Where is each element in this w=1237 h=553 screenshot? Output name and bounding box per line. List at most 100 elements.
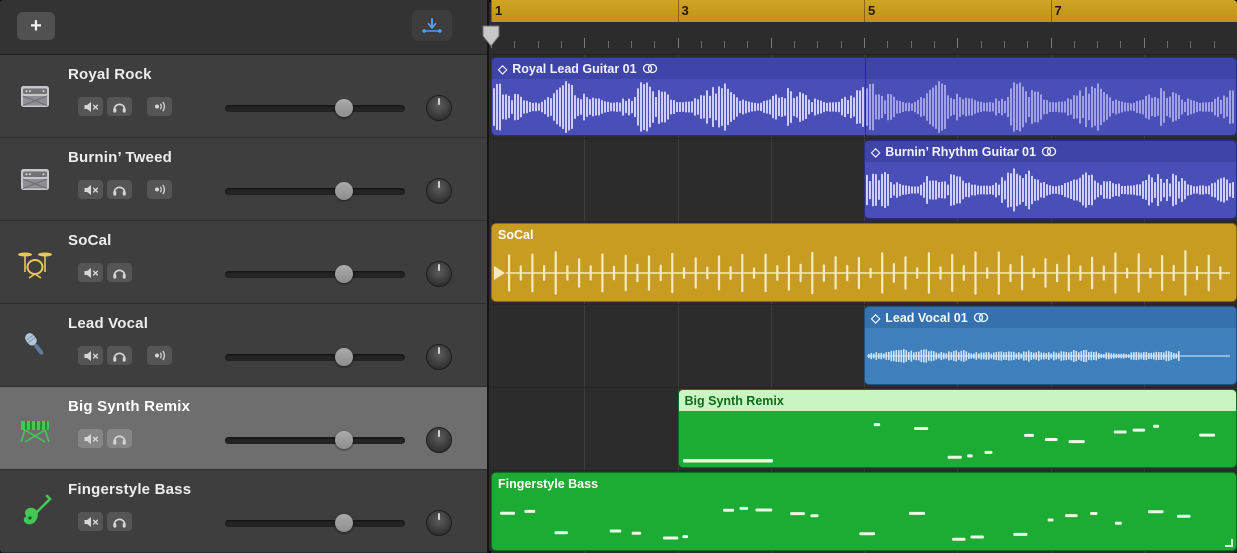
input-monitoring-icon	[152, 183, 167, 196]
track-control-buttons	[78, 180, 176, 199]
pan-knob[interactable]	[426, 427, 452, 453]
headphones-icon	[112, 432, 127, 445]
solo-button[interactable]	[107, 512, 132, 531]
mute-icon	[83, 516, 99, 528]
region-label: Royal Lead Guitar 01	[512, 62, 636, 76]
mute-button[interactable]	[78, 97, 103, 116]
region-resize-handle[interactable]	[1225, 539, 1233, 547]
solo-button[interactable]	[107, 97, 132, 116]
pan-knob[interactable]	[426, 261, 452, 287]
volume-slider[interactable]	[225, 100, 405, 116]
solo-button[interactable]	[107, 263, 132, 282]
volume-slider-thumb[interactable]	[335, 265, 353, 283]
pan-knob[interactable]	[426, 510, 452, 536]
solo-button[interactable]	[107, 429, 132, 448]
pan-knob[interactable]	[426, 178, 452, 204]
beat-tick	[1074, 41, 1075, 48]
region-header: Fingerstyle Bass	[492, 473, 1236, 494]
volume-slider-thumb[interactable]	[335, 99, 353, 117]
solo-button[interactable]	[107, 180, 132, 199]
track-name: Burnin’ Tweed	[68, 149, 172, 166]
input-monitoring-icon	[152, 100, 167, 113]
ruler-measure-number: 1	[495, 3, 502, 18]
microphone-icon	[18, 328, 52, 362]
beat-tick	[1004, 41, 1005, 48]
region-header: Big Synth Remix	[679, 390, 1237, 411]
beat-tick	[934, 41, 935, 48]
synthesizer-icon	[17, 411, 53, 445]
region-burnin-rhythm-guitar-01[interactable]: ◇Burnin’ Rhythm Guitar 01	[864, 140, 1237, 219]
beat-tick	[584, 38, 585, 48]
beat-tick	[981, 41, 982, 48]
volume-slider-track	[225, 437, 405, 444]
track-header-royal-rock[interactable]: Royal Rock	[0, 55, 487, 138]
beat-tick	[911, 41, 912, 48]
beat-tick	[887, 41, 888, 48]
region-socal[interactable]: SoCal	[491, 223, 1237, 302]
pan-knob[interactable]	[426, 344, 452, 370]
track-name: Fingerstyle Bass	[68, 481, 191, 498]
headphones-icon	[112, 100, 127, 113]
automation-toggle-button[interactable]	[412, 10, 452, 41]
mute-icon	[83, 101, 99, 113]
region-header: ◇Lead Vocal 01	[865, 307, 1236, 328]
mute-button[interactable]	[78, 180, 103, 199]
track-control-buttons	[78, 263, 136, 282]
region-waveform	[492, 494, 1236, 550]
ruler-measure-line	[1051, 0, 1052, 22]
volume-slider-track	[225, 520, 405, 527]
headphones-icon	[112, 183, 127, 196]
lane-separator	[491, 138, 1237, 139]
lane-separator	[491, 221, 1237, 222]
track-header-lead-vocal[interactable]: Lead Vocal	[0, 304, 487, 387]
time-ruler[interactable]: 1357	[491, 0, 1237, 22]
input-monitoring-button[interactable]	[147, 346, 172, 365]
automation-icon	[421, 16, 443, 35]
region-label: Lead Vocal 01	[885, 311, 967, 325]
track-headers-toolbar: +	[0, 0, 487, 55]
input-monitoring-button[interactable]	[147, 180, 172, 199]
input-monitoring-button[interactable]	[147, 97, 172, 116]
region-waveform	[865, 328, 1236, 384]
volume-slider[interactable]	[225, 266, 405, 282]
follow-tempo-icon: ◇	[871, 146, 880, 158]
add-track-button[interactable]: +	[17, 12, 55, 40]
mute-button[interactable]	[78, 263, 103, 282]
region-waveform	[865, 162, 1236, 218]
volume-slider[interactable]	[225, 183, 405, 199]
volume-slider-thumb[interactable]	[335, 348, 353, 366]
beat-ruler[interactable]	[491, 22, 1237, 55]
region-royal-lead-guitar-01[interactable]: ◇Royal Lead Guitar 01	[491, 57, 1237, 136]
track-control-buttons	[78, 512, 136, 531]
track-header-fingerstyle-bass[interactable]: Fingerstyle Bass	[0, 470, 487, 553]
mute-button[interactable]	[78, 429, 103, 448]
track-control-buttons	[78, 346, 176, 365]
track-header-big-synth-remix[interactable]: Big Synth Remix	[0, 387, 487, 470]
volume-slider-thumb[interactable]	[335, 431, 353, 449]
beat-tick	[747, 41, 748, 48]
track-header-burnin-tweed[interactable]: Burnin’ Tweed	[0, 138, 487, 221]
region-big-synth-remix[interactable]: Big Synth Remix	[678, 389, 1237, 468]
volume-slider[interactable]	[225, 515, 405, 531]
region-lead-vocal-01[interactable]: ◇Lead Vocal 01	[864, 306, 1237, 385]
mute-button[interactable]	[78, 512, 103, 531]
beat-tick	[957, 38, 958, 48]
volume-slider[interactable]	[225, 432, 405, 448]
pan-knob[interactable]	[426, 95, 452, 121]
mute-button[interactable]	[78, 346, 103, 365]
guitar-amp-icon	[12, 159, 58, 199]
region-fingerstyle-bass[interactable]: Fingerstyle Bass	[491, 472, 1237, 551]
mute-icon	[83, 350, 99, 362]
track-lanes: ◇Royal Lead Guitar 01◇Burnin’ Rhythm Gui…	[491, 55, 1237, 553]
solo-button[interactable]	[107, 346, 132, 365]
mute-icon	[83, 433, 99, 445]
region-label: Fingerstyle Bass	[498, 477, 598, 491]
volume-slider-thumb[interactable]	[335, 182, 353, 200]
beat-tick	[678, 38, 679, 48]
track-header-socal[interactable]: SoCal	[0, 221, 487, 304]
volume-slider-thumb[interactable]	[335, 514, 353, 532]
volume-slider[interactable]	[225, 349, 405, 365]
region-label: SoCal	[498, 228, 533, 242]
playhead[interactable]	[482, 25, 500, 47]
beat-tick	[724, 41, 725, 48]
